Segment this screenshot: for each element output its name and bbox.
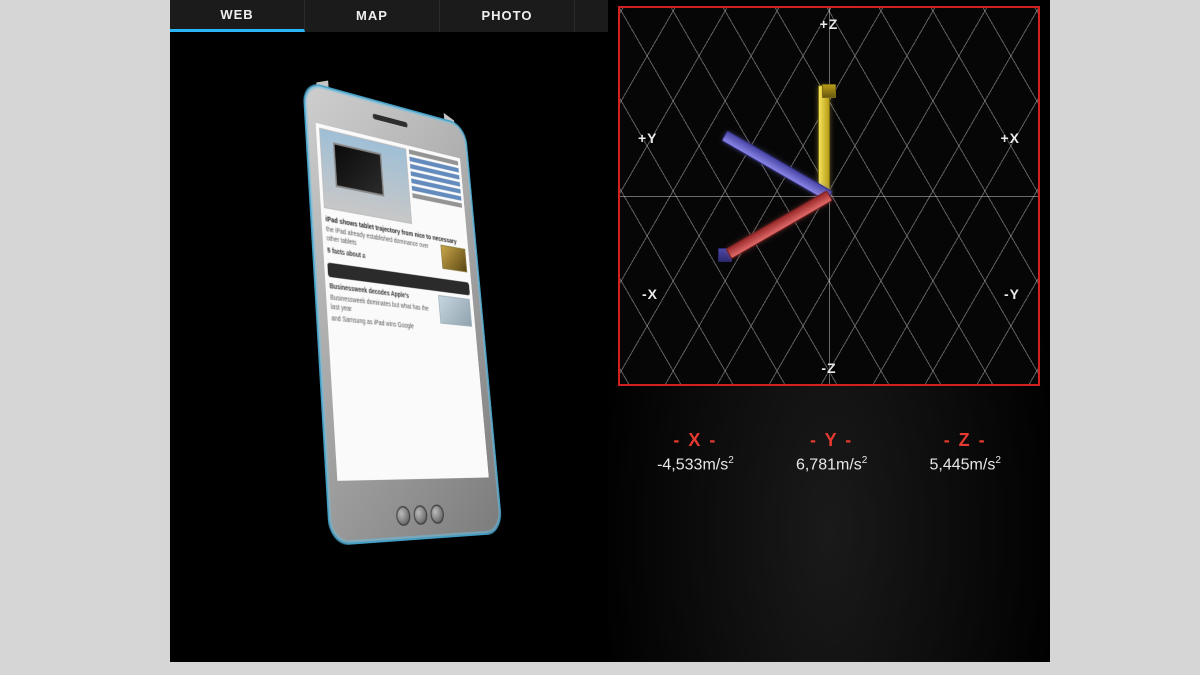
tab-web[interactable]: WEB (170, 0, 305, 32)
label-minus-y: -Y (1004, 286, 1020, 302)
readout-y: - Y - 6,781m/s2 (796, 430, 867, 474)
sensor-readouts: - X - -4,533m/s2 - Y - 6,781m/s2 - Z - 5… (608, 430, 1050, 474)
readout-x-label: - X - (657, 430, 734, 451)
axis-cap-z (822, 84, 836, 98)
label-minus-x: -X (642, 286, 658, 302)
tab-photo[interactable]: PHOTO (440, 0, 575, 32)
phone-model: iPad shows tablet trajectory from nice t… (304, 82, 502, 544)
readout-z-label: - Z - (930, 430, 1001, 451)
readout-z-value: 5,445m/s2 (930, 455, 1001, 474)
label-plus-y: +Y (638, 130, 658, 146)
axis-grid-viewport[interactable]: +Z -Z +Y -Y +X -X (618, 6, 1040, 386)
phone-3d-viewport[interactable]: iPad shows tablet trajectory from nice t… (170, 32, 600, 662)
article-thumb-2 (438, 295, 472, 327)
tab-map[interactable]: MAP (305, 0, 440, 32)
readout-y-label: - Y - (796, 430, 867, 451)
readout-x: - X - -4,533m/s2 (657, 430, 734, 474)
axis-bar-z (819, 86, 829, 196)
readout-z: - Z - 5,445m/s2 (930, 430, 1001, 474)
label-minus-z: -Z (821, 360, 836, 376)
article-side-links (408, 146, 467, 238)
left-panel: WEB MAP PHOTO (170, 0, 600, 662)
article-thumb-1 (440, 245, 467, 273)
app-stage: WEB MAP PHOTO (170, 0, 1050, 662)
label-plus-z: +Z (820, 16, 839, 32)
readout-y-value: 6,781m/s2 (796, 455, 867, 474)
label-plus-x: +X (1000, 130, 1020, 146)
right-panel: +Z -Z +Y -Y +X -X - X - -4,533m/s2 - Y -… (608, 0, 1050, 662)
readout-x-value: -4,533m/s2 (657, 455, 734, 474)
